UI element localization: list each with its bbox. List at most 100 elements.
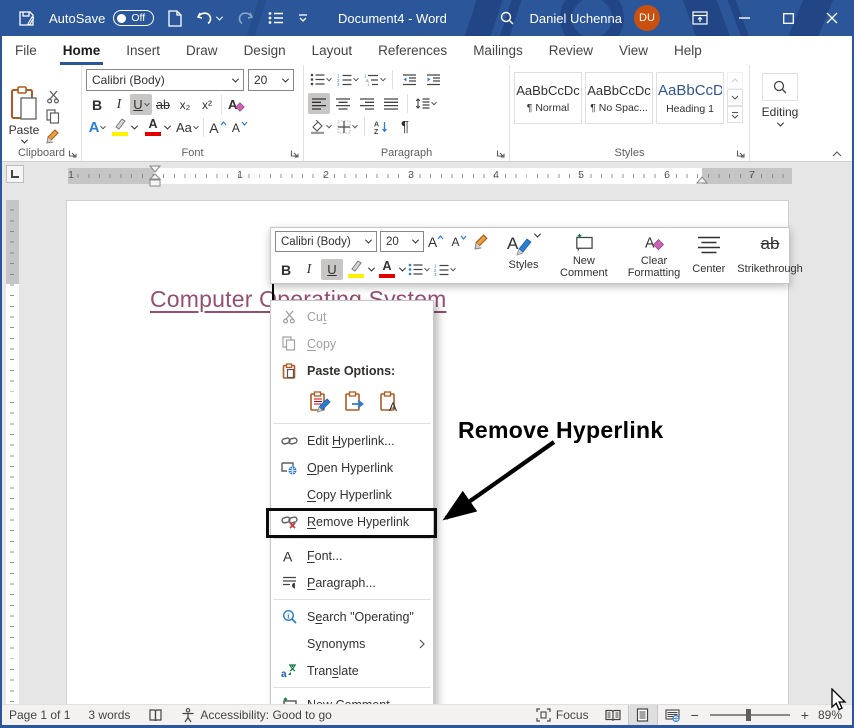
highlight-color-button[interactable] bbox=[108, 117, 132, 138]
zoom-out-button[interactable]: − bbox=[688, 707, 702, 723]
align-center-button[interactable] bbox=[332, 93, 354, 114]
editing-search-icon[interactable] bbox=[762, 73, 798, 101]
format-painter-icon[interactable] bbox=[46, 129, 61, 144]
subscript-button[interactable]: x₂ bbox=[174, 94, 196, 115]
search-icon[interactable] bbox=[485, 0, 529, 36]
paste-option-keep-text-only[interactable]: A bbox=[377, 389, 403, 415]
align-left-button[interactable] bbox=[308, 93, 330, 114]
paste-option-keep-source-formatting[interactable] bbox=[307, 389, 333, 415]
vertical-ruler[interactable] bbox=[6, 200, 19, 705]
clipboard-dialog-launcher[interactable] bbox=[68, 149, 77, 158]
tab-references[interactable]: References bbox=[365, 36, 460, 65]
tab-selector[interactable] bbox=[6, 165, 24, 183]
styles-scroll-down[interactable] bbox=[727, 89, 743, 106]
numbering-button[interactable]: 123 bbox=[335, 69, 360, 90]
user-name[interactable]: Daniel Uchenna bbox=[529, 11, 622, 26]
sort-button[interactable]: AZ bbox=[370, 116, 392, 137]
close-button[interactable] bbox=[810, 0, 854, 36]
style-heading-1[interactable]: AaBbCcD Heading 1 bbox=[656, 72, 724, 124]
menu-item-translate[interactable]: aTranslate bbox=[271, 657, 433, 684]
accessibility-status[interactable]: Accessibility: Good to go bbox=[172, 705, 340, 726]
mini-numbering-button[interactable]: 123 bbox=[432, 259, 457, 280]
maximize-button[interactable] bbox=[766, 0, 810, 36]
autosave-toggle[interactable]: AutoSave Off bbox=[49, 10, 154, 26]
web-layout-button[interactable] bbox=[658, 705, 688, 726]
styles-more-button[interactable] bbox=[727, 106, 743, 123]
menu-item-open-hyperlink[interactable]: Open Hyperlink bbox=[271, 454, 433, 481]
tab-layout[interactable]: Layout bbox=[299, 36, 366, 65]
borders-button[interactable] bbox=[335, 116, 359, 137]
shrink-font-button[interactable]: A bbox=[229, 117, 251, 138]
mini-new-comment-button[interactable]: New Comment bbox=[554, 231, 614, 280]
font-name-select[interactable]: Calibri (Body) bbox=[86, 69, 244, 91]
mini-grow-font-button[interactable]: A bbox=[425, 231, 447, 252]
mini-font-name-select[interactable]: Calibri (Body) bbox=[275, 231, 377, 252]
page-count[interactable]: Page 1 of 1 bbox=[0, 705, 79, 726]
zoom-level[interactable]: 89% bbox=[812, 708, 854, 722]
focus-button[interactable]: Focus bbox=[527, 705, 598, 726]
mini-bullets-button[interactable] bbox=[406, 259, 431, 280]
avatar[interactable]: DU bbox=[634, 5, 660, 31]
mini-font-size-select[interactable]: 20 bbox=[380, 231, 424, 252]
justify-button[interactable] bbox=[380, 93, 402, 114]
menu-item-font[interactable]: AFont... bbox=[271, 542, 433, 569]
show-hide-pilcrow-button[interactable]: ¶ bbox=[394, 116, 416, 137]
tab-mailings[interactable]: Mailings bbox=[460, 36, 536, 65]
tab-insert[interactable]: Insert bbox=[113, 36, 173, 65]
collapse-ribbon-icon[interactable] bbox=[832, 151, 842, 157]
menu-item-paragraph[interactable]: Paragraph... bbox=[271, 569, 433, 596]
ribbon-display-options-icon[interactable] bbox=[678, 0, 722, 36]
clear-formatting-button[interactable]: A bbox=[225, 94, 247, 115]
styles-scroll-up[interactable] bbox=[727, 72, 743, 89]
increase-indent-button[interactable] bbox=[422, 69, 444, 90]
paste-button[interactable]: Paste bbox=[6, 86, 42, 144]
styles-dialog-launcher[interactable] bbox=[736, 149, 745, 158]
menu-item-copy-hyperlink[interactable]: Copy Hyperlink bbox=[271, 481, 433, 508]
menu-item-search-operating[interactable]: iSearch "Operating" bbox=[271, 603, 433, 630]
menu-item-synonyms[interactable]: Synonyms bbox=[271, 630, 433, 657]
tab-file[interactable]: File bbox=[2, 36, 50, 65]
tab-review[interactable]: Review bbox=[536, 36, 606, 65]
tab-design[interactable]: Design bbox=[231, 36, 299, 65]
minimize-button[interactable] bbox=[722, 0, 766, 36]
menu-item-remove-hyperlink[interactable]: Remove Hyperlink bbox=[271, 508, 433, 535]
tab-draw[interactable]: Draw bbox=[173, 36, 231, 65]
bullet-list-qat-icon[interactable] bbox=[268, 11, 284, 25]
style-no-spacing[interactable]: AaBbCcDc ¶ No Spac... bbox=[585, 72, 653, 124]
customize-quick-access-icon[interactable] bbox=[298, 14, 308, 23]
indent-markers[interactable] bbox=[149, 165, 161, 187]
paste-dropdown-chevron[interactable] bbox=[20, 137, 27, 144]
text-effects-button[interactable]: A bbox=[86, 117, 108, 138]
save-icon[interactable] bbox=[18, 10, 35, 27]
font-dialog-launcher[interactable] bbox=[290, 149, 299, 158]
editing-chevron[interactable] bbox=[776, 120, 783, 127]
mini-italic-button[interactable]: I bbox=[298, 259, 320, 280]
mini-center-button[interactable]: Center bbox=[686, 231, 731, 280]
paste-option-merge-formatting[interactable] bbox=[342, 389, 368, 415]
line-spacing-button[interactable] bbox=[413, 93, 438, 114]
word-count[interactable]: 3 words bbox=[79, 705, 139, 726]
horizontal-ruler[interactable]: 11234567 bbox=[68, 168, 792, 184]
copy-icon[interactable] bbox=[46, 109, 61, 124]
undo-dropdown-chevron[interactable] bbox=[216, 13, 223, 20]
shading-button[interactable] bbox=[308, 116, 333, 137]
align-right-button[interactable] bbox=[356, 93, 378, 114]
bold-button[interactable]: B bbox=[86, 94, 108, 115]
multilevel-list-button[interactable]: 1ai bbox=[362, 69, 387, 90]
mini-bold-button[interactable]: B bbox=[275, 259, 297, 280]
mini-shrink-font-button[interactable]: A bbox=[448, 231, 470, 252]
paragraph-dialog-launcher[interactable] bbox=[496, 149, 505, 158]
undo-button[interactable] bbox=[196, 10, 222, 26]
strikethrough-button[interactable]: ab bbox=[152, 94, 174, 115]
zoom-in-button[interactable]: + bbox=[798, 707, 812, 723]
underline-button[interactable]: U bbox=[130, 94, 152, 115]
tab-home[interactable]: Home bbox=[50, 36, 114, 65]
menu-item-edit-hyperlink[interactable]: Edit Hyperlink... bbox=[271, 427, 433, 454]
font-size-select[interactable]: 20 bbox=[248, 69, 294, 91]
mini-highlight-button[interactable] bbox=[344, 259, 368, 280]
zoom-slider-thumb[interactable] bbox=[746, 709, 751, 721]
tab-help[interactable]: Help bbox=[661, 36, 715, 65]
bullets-button[interactable] bbox=[308, 69, 333, 90]
italic-button[interactable]: I bbox=[108, 94, 130, 115]
style-normal[interactable]: AaBbCcDc ¶ Normal bbox=[514, 72, 582, 124]
